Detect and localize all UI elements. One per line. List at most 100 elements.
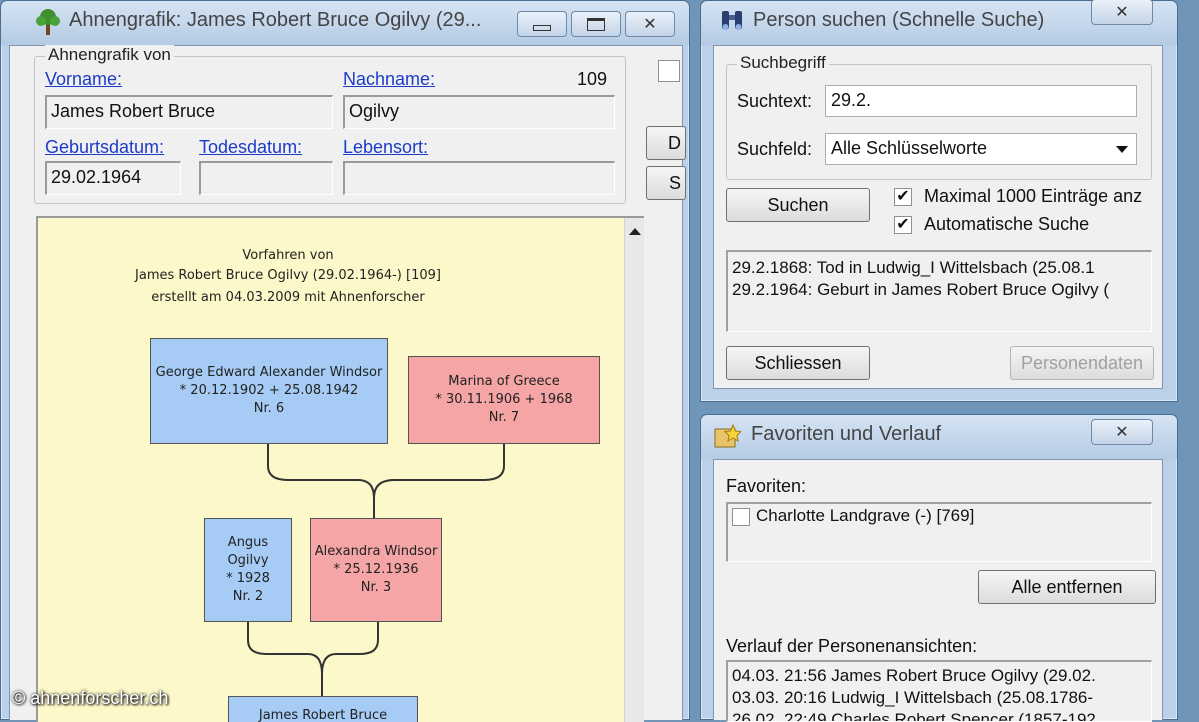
- person-number-label: Nr. 7: [488, 410, 520, 425]
- person-number-label: Nr. 3: [360, 580, 392, 595]
- close-button[interactable]: ✕: [625, 11, 675, 37]
- connector-gen2: [267, 444, 505, 518]
- alle-entfernen-button-label: Alle entfernen: [1011, 576, 1123, 597]
- history-item[interactable]: 03.03. 20:16 Ludwig_I Wittelsbach (25.08…: [728, 688, 1151, 710]
- lebensort-label: Lebensort:: [343, 137, 429, 157]
- suchen-button-label: Suchen: [767, 194, 829, 215]
- person-dates: * 1928: [226, 571, 270, 586]
- person-dates: * 20.12.1902 + 25.08.1942: [179, 383, 359, 398]
- vorname-field[interactable]: James Robert Bruce: [45, 95, 333, 129]
- verlauf-label: Verlauf der Personenansichten:: [726, 636, 978, 656]
- suchtext-label: Suchtext:: [737, 91, 813, 111]
- ahnengrafik-window: Ahnengrafik: James Robert Bruce Ogilvy (…: [0, 0, 690, 722]
- max-entries-label: Maximal 1000 Einträge anz: [924, 186, 1143, 206]
- suchfeld-select[interactable]: Alle Schlüsselworte: [825, 133, 1137, 165]
- favorite-item-label: Charlotte Landgrave (-) [769]: [756, 506, 975, 525]
- person-name: Angus Ogilvy: [227, 535, 269, 568]
- copyright-watermark: © ahnenforscher.ch: [12, 688, 169, 708]
- favorite-item[interactable]: Charlotte Landgrave (-) [769]: [728, 506, 1151, 528]
- maximize-icon: [587, 17, 605, 31]
- side-button-2[interactable]: S: [646, 166, 686, 200]
- history-item[interactable]: 04.03. 21:56 James Robert Bruce Ogilvy (…: [728, 666, 1151, 688]
- tree-connectors: [247, 444, 505, 696]
- auto-search-label: Automatische Suche: [924, 214, 1090, 234]
- ancestor-chart: Vorfahren von James Robert Bruce Ogilvy …: [36, 216, 644, 722]
- person-groupbox: Ahnengrafik von Vorname: Nachname: 109 J…: [34, 45, 626, 204]
- search-result-item[interactable]: 29.2.1964: Geburt in James Robert Bruce …: [728, 280, 1151, 302]
- favorites-star-icon: [713, 423, 743, 454]
- schliessen-button-label: Schliessen: [754, 352, 842, 373]
- person-number: 109: [577, 69, 608, 89]
- search-results-list[interactable]: 29.2.1868: Tod in Ludwig_I Wittelsbach (…: [726, 250, 1152, 332]
- person-dates: * 30.11.1906 + 1968: [435, 392, 573, 407]
- minimize-button[interactable]: [517, 11, 567, 37]
- close-icon: ✕: [643, 16, 657, 33]
- favorites-titlebar[interactable]: Favoriten und Verlauf ✕: [701, 415, 1177, 459]
- dropdown-arrow-icon[interactable]: [1116, 146, 1128, 153]
- history-item[interactable]: 26.02. 22:49 Charles Robert Spencer (185…: [728, 710, 1151, 721]
- person-box-nr1[interactable]: James Robert Bruce: [228, 696, 418, 722]
- suchbegriff-groupbox: Suchbegriff Suchtext: 29.2. Suchfeld: Al…: [726, 53, 1152, 180]
- favorites-client: Favoriten: Charlotte Landgrave (-) [769]…: [713, 459, 1163, 722]
- auto-search-checkbox[interactable]: ✔: [894, 216, 912, 234]
- window-title: Ahnengrafik: James Robert Bruce Ogilvy (…: [69, 9, 482, 31]
- person-box-nr3[interactable]: Alexandra Windsor * 25.12.1936 Nr. 3: [310, 518, 442, 622]
- person-name: Marina of Greece: [448, 374, 560, 389]
- nachname-label: Nachname:: [343, 69, 436, 89]
- connector-gen1: [247, 622, 379, 696]
- favoriten-label: Favoriten:: [726, 476, 807, 496]
- person-box-nr2[interactable]: Angus Ogilvy * 1928 Nr. 2: [204, 518, 292, 622]
- person-number-label: Nr. 2: [232, 589, 264, 604]
- ahnengrafik-client: Ahnengrafik von Vorname: Nachname: 109 J…: [9, 45, 686, 722]
- search-close-button[interactable]: ✕: [1091, 0, 1153, 25]
- person-group-title: Ahnengrafik von: [45, 45, 174, 65]
- favorites-window: Favoriten und Verlauf ✕ Favoriten: Charl…: [700, 414, 1178, 722]
- favorites-close-button[interactable]: ✕: [1091, 419, 1153, 445]
- search-client: Suchbegriff Suchtext: 29.2. Suchfeld: Al…: [713, 45, 1163, 389]
- schliessen-button[interactable]: Schliessen: [726, 346, 870, 380]
- chart-scrollbar[interactable]: [624, 218, 644, 722]
- ahnengrafik-titlebar[interactable]: Ahnengrafik: James Robert Bruce Ogilvy (…: [1, 1, 689, 45]
- personendaten-button[interactable]: Personendaten: [1010, 346, 1154, 380]
- lebensort-field[interactable]: [343, 161, 615, 195]
- personendaten-button-label: Personendaten: [1020, 352, 1144, 373]
- side-button-2-label: S: [668, 172, 681, 193]
- binoculars-icon: [719, 7, 745, 38]
- person-number-label: Nr. 6: [253, 401, 285, 416]
- person-dates: * 25.12.1936: [333, 562, 419, 577]
- suchfeld-value: Alle Schlüsselworte: [831, 138, 988, 158]
- tree-app-icon: [33, 7, 63, 42]
- history-list[interactable]: 04.03. 21:56 James Robert Bruce Ogilvy (…: [726, 660, 1152, 722]
- person-box-nr7[interactable]: Marina of Greece * 30.11.1906 + 1968 Nr.…: [408, 356, 600, 444]
- geburtsdatum-field[interactable]: 29.02.1964: [45, 161, 181, 195]
- search-result-item[interactable]: 29.2.1868: Tod in Ludwig_I Wittelsbach (…: [728, 258, 1151, 280]
- option-checkbox[interactable]: [658, 60, 680, 82]
- person-name: Alexandra Windsor: [314, 544, 438, 559]
- person-name: George Edward Alexander Windsor: [155, 365, 383, 380]
- close-icon: ✕: [1115, 4, 1129, 21]
- geburtsdatum-label: Geburtsdatum:: [45, 137, 165, 157]
- side-button-1-label: D: [668, 132, 681, 153]
- todesdatum-field[interactable]: [199, 161, 333, 195]
- person-box-nr6[interactable]: George Edward Alexander Windsor * 20.12.…: [150, 338, 388, 444]
- favorite-item-checkbox[interactable]: [732, 508, 750, 526]
- scroll-up-icon[interactable]: [629, 228, 641, 235]
- person-search-window: Person suchen (Schnelle Suche) ✕ Suchbeg…: [700, 0, 1178, 402]
- todesdatum-label: Todesdatum:: [199, 137, 303, 157]
- suchtext-input[interactable]: 29.2.: [825, 85, 1137, 117]
- minimize-icon: [533, 25, 551, 31]
- favorites-list[interactable]: Charlotte Landgrave (-) [769]: [726, 502, 1152, 562]
- maximize-button[interactable]: [571, 11, 621, 37]
- favorites-window-title: Favoriten und Verlauf: [751, 423, 942, 445]
- nachname-field[interactable]: Ogilvy: [343, 95, 615, 129]
- suchfeld-label: Suchfeld:: [737, 139, 813, 159]
- alle-entfernen-button[interactable]: Alle entfernen: [978, 570, 1156, 604]
- search-window-title: Person suchen (Schnelle Suche): [753, 9, 1045, 31]
- vorname-label: Vorname:: [45, 69, 123, 89]
- suchen-button[interactable]: Suchen: [726, 188, 870, 222]
- side-button-1[interactable]: D: [646, 126, 686, 160]
- max-entries-checkbox[interactable]: ✔: [894, 188, 912, 206]
- suchbegriff-title: Suchbegriff: [737, 53, 829, 73]
- close-icon: ✕: [1115, 424, 1129, 441]
- search-titlebar[interactable]: Person suchen (Schnelle Suche) ✕: [701, 0, 1177, 45]
